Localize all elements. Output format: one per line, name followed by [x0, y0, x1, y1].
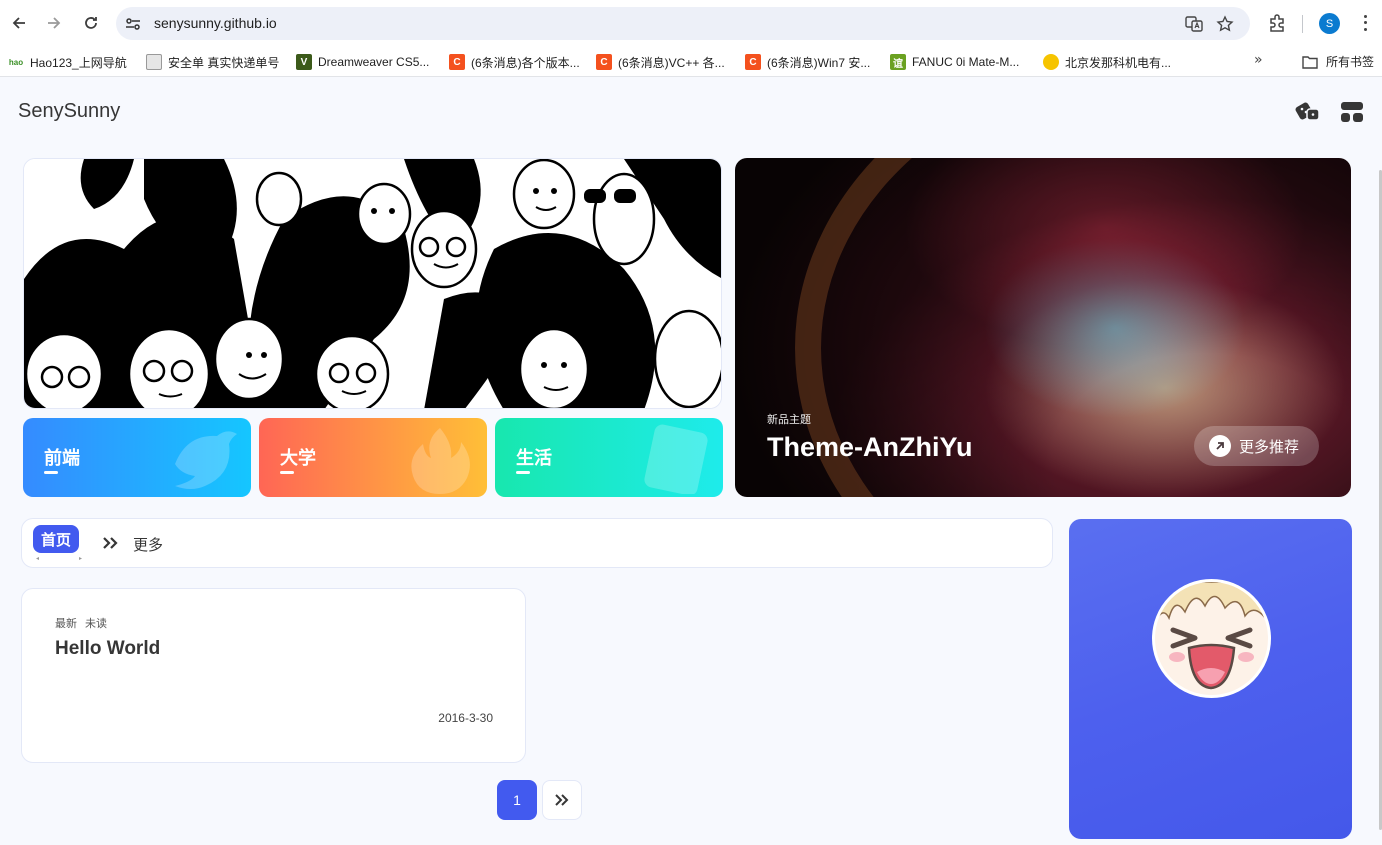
bookmark-item[interactable]: C (6条消息)各个版本...	[449, 53, 580, 71]
site-info-icon[interactable]	[124, 15, 142, 33]
bird-icon	[175, 431, 237, 489]
bookmark-item[interactable]: hao Hao123_上网导航	[8, 53, 127, 71]
chevron-double-right-icon[interactable]	[102, 534, 118, 552]
translate-icon[interactable]	[1185, 15, 1203, 33]
pagination-current-page[interactable]: 1	[497, 780, 537, 820]
pagination-next-button[interactable]	[542, 780, 582, 820]
extensions-button[interactable]	[1267, 13, 1287, 33]
random-post-dice-icon[interactable]	[1295, 100, 1321, 124]
category-card-life[interactable]: 生活	[495, 418, 723, 497]
all-bookmarks-button[interactable]: 所有书签	[1302, 53, 1374, 70]
puzzle-icon	[1270, 14, 1284, 32]
flame-icon	[411, 428, 470, 494]
anime-face-avatar	[1155, 582, 1268, 695]
post-tag-unread: 未读	[85, 617, 107, 630]
company-icon	[1043, 54, 1059, 70]
category-card-frontend[interactable]: 前端	[23, 418, 251, 497]
hero-banner-image[interactable]	[23, 158, 722, 409]
csdn-icon: C	[596, 54, 612, 70]
reload-icon	[85, 17, 97, 29]
bookmark-item[interactable]: V Dreamweaver CS5...	[296, 53, 429, 71]
reload-button[interactable]	[80, 12, 102, 34]
page-content: SenySunny 前端 大学 生活 新品主题 Theme-AnZhiYu 更多…	[0, 78, 1382, 845]
hao123-icon: hao	[8, 57, 24, 67]
url-text[interactable]: senysunny.github.io	[154, 15, 277, 31]
arrow-left-icon	[12, 17, 25, 29]
category-scroll-hint: ◂ ▸	[36, 555, 82, 562]
category-bar: 首页 ◂ ▸ 更多	[21, 518, 1053, 568]
browser-toolbar: senysunny.github.io S	[0, 0, 1382, 47]
forward-button[interactable]	[43, 12, 65, 34]
category-label: 大学	[280, 444, 316, 474]
arrow-up-right-icon	[1209, 435, 1231, 457]
box-icon	[146, 54, 162, 70]
post-card[interactable]: 最新 未读 Hello World 2016-3-30	[21, 588, 526, 763]
address-bar[interactable]: senysunny.github.io	[116, 7, 1250, 40]
crowd-illustration	[24, 159, 721, 408]
bookmark-item[interactable]: 安全单 真实快递单号	[146, 53, 279, 71]
folder-icon	[1302, 55, 1318, 69]
layout-grid-icon[interactable]	[1340, 100, 1366, 124]
more-recommendations-button[interactable]: 更多推荐	[1194, 426, 1319, 466]
featured-title[interactable]: Theme-AnZhiYu	[767, 432, 973, 463]
post-date: 2016-3-30	[438, 711, 493, 725]
back-button[interactable]	[8, 12, 30, 34]
site-title[interactable]: SenySunny	[18, 100, 120, 123]
bookmarks-bar: hao Hao123_上网导航 安全单 真实快递单号 V Dreamweaver C…	[0, 47, 1382, 77]
bookmark-item[interactable]: 谊 FANUC 0i Mate-M...	[890, 53, 1019, 71]
post-tag-latest: 最新	[55, 617, 77, 630]
arrow-right-icon	[48, 17, 61, 29]
dreamweaver-icon: V	[296, 54, 312, 70]
author-avatar[interactable]	[1152, 579, 1271, 698]
category-card-university[interactable]: 大学	[259, 418, 487, 497]
notebook-icon	[644, 424, 708, 494]
toolbar-divider	[1302, 15, 1303, 33]
bookmark-item[interactable]: 北京发那科机电有...	[1043, 53, 1171, 71]
featured-theme-card[interactable]: 新品主题 Theme-AnZhiYu 更多推荐	[735, 158, 1351, 497]
category-more-link[interactable]: 更多	[133, 534, 163, 555]
more-bookmarks-button[interactable]: »	[1254, 52, 1263, 68]
bookmark-item[interactable]: C (6条消息)Win7 安...	[745, 53, 870, 71]
category-label: 生活	[516, 444, 552, 474]
profile-avatar[interactable]: S	[1319, 13, 1340, 34]
post-title[interactable]: Hello World	[55, 638, 160, 660]
chevron-double-right-icon	[555, 794, 569, 806]
fanuc-icon: 谊	[890, 54, 906, 70]
category-tab-home[interactable]: 首页	[33, 525, 80, 553]
csdn-icon: C	[745, 54, 761, 70]
more-menu-icon[interactable]	[1358, 13, 1372, 33]
category-label: 前端	[44, 444, 80, 474]
featured-tag: 新品主题	[767, 413, 811, 426]
star-icon[interactable]	[1216, 15, 1234, 33]
csdn-icon: C	[449, 54, 465, 70]
bookmark-item[interactable]: C (6条消息)VC++ 各...	[596, 53, 725, 71]
author-info-card	[1069, 519, 1352, 839]
post-meta: 最新 未读	[55, 615, 107, 631]
